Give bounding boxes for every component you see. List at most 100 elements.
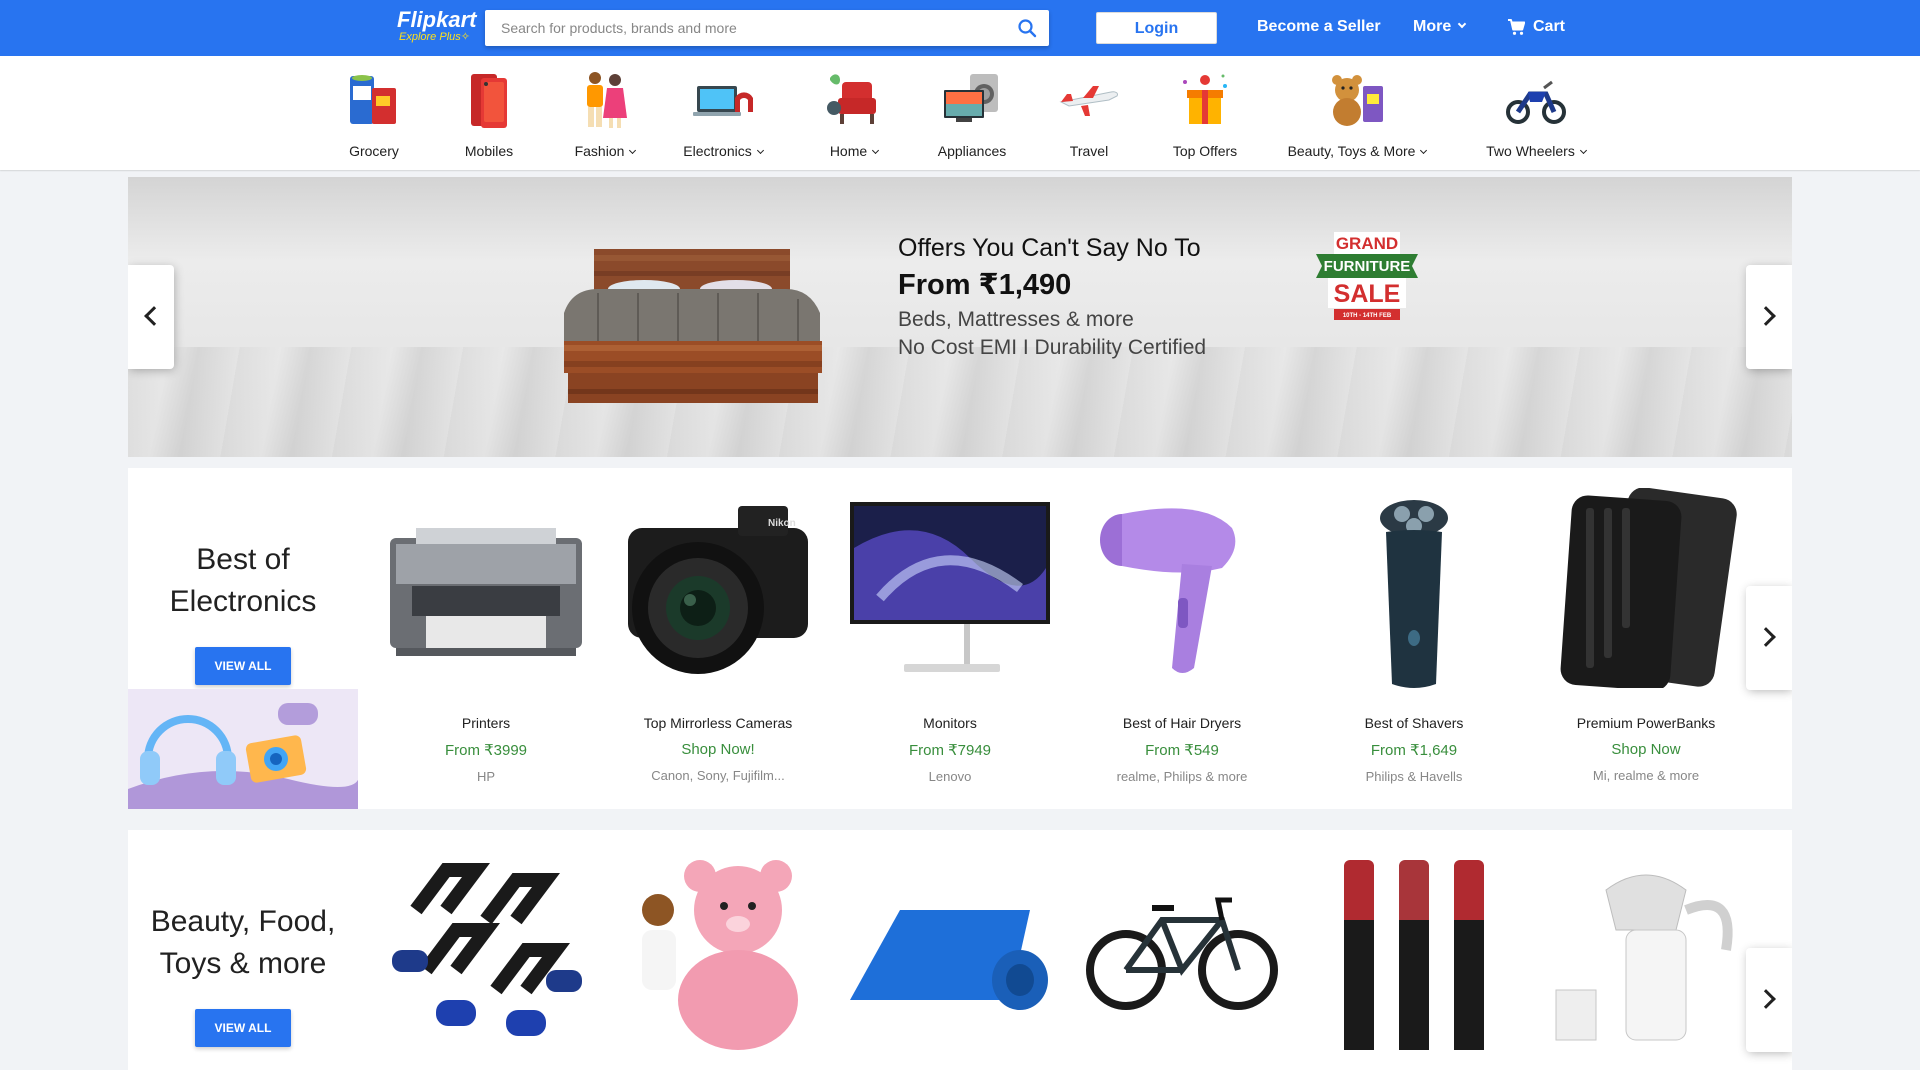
lipstick-image — [1344, 860, 1484, 1050]
become-seller-link[interactable]: Become a Seller — [1257, 17, 1381, 37]
svg-text:GRAND: GRAND — [1336, 234, 1398, 253]
product-card[interactable] — [1530, 850, 1762, 1055]
search-input[interactable] — [485, 10, 985, 46]
product-card[interactable]: Best of Hair Dryers From ₹549 realme, Ph… — [1066, 488, 1298, 784]
product-card[interactable]: Premium PowerBanks Shop Now Mi, realme &… — [1530, 487, 1762, 783]
section-title: Best of Electronics — [169, 543, 317, 618]
flipkart-logo[interactable]: Flipkart Explore Plus✧ — [397, 8, 477, 48]
product-offer: From ₹549 — [1145, 742, 1219, 759]
beauty-food-toys-section: Beauty, Food, Toys & more VIEW ALL — [128, 830, 1792, 1070]
category-label: Two Wheelers — [1466, 143, 1606, 159]
product-brands: realme, Philips & more — [1116, 769, 1248, 784]
cart-link[interactable]: Cart — [1533, 17, 1565, 37]
banner-floor — [128, 347, 1792, 457]
chevron-down-icon — [1579, 146, 1587, 155]
login-button[interactable]: Login — [1096, 12, 1217, 44]
fashion-icon — [587, 72, 627, 128]
section-side-panel: Best of Electronics VIEW ALL — [128, 468, 358, 809]
product-brands: Lenovo — [928, 769, 972, 784]
view-all-button[interactable]: VIEW ALL — [195, 647, 291, 685]
banner-subtitle-2: No Cost EMI I Durability Certified — [898, 336, 1207, 359]
product-card[interactable] — [834, 850, 1066, 1055]
product-card[interactable] — [1066, 850, 1298, 1055]
teddy-bear-image — [642, 860, 798, 1050]
best-of-electronics-section: Best of Electronics VIEW ALL Printers Fr… — [128, 468, 1792, 809]
gift-offers-icon — [1183, 74, 1227, 124]
category-two-wheelers[interactable]: Two Wheelers — [1466, 68, 1606, 159]
bicycle-image — [1086, 897, 1278, 1010]
product-brands: Philips & Havells — [1365, 769, 1463, 784]
banner-title: Offers You Can't Say No To — [898, 234, 1201, 262]
chevron-down-icon — [872, 146, 880, 155]
banner-price: From ₹1,490 — [898, 269, 1072, 301]
hair-dryer-image — [1100, 508, 1236, 673]
chevron-down-icon — [1457, 19, 1467, 29]
category-label: Mobiles — [464, 143, 514, 159]
printer-image — [390, 528, 582, 656]
category-beauty-toys[interactable]: Beauty, Toys & More — [1267, 68, 1447, 159]
product-name: Best of Shavers — [1364, 715, 1464, 731]
beauty-next-button[interactable] — [1746, 948, 1792, 1052]
category-appliances[interactable]: Appliances — [912, 68, 1032, 159]
category-top-offers[interactable]: Top Offers — [1145, 68, 1265, 159]
product-card[interactable] — [370, 850, 602, 1055]
banner-prev-button[interactable] — [128, 265, 174, 369]
section-side-panel: Beauty, Food, Toys & more VIEW ALL — [128, 830, 358, 1070]
category-label: Home — [794, 143, 914, 159]
hero-banner[interactable]: Offers You Can't Say No To From ₹1,490 B… — [128, 177, 1792, 457]
wooden-bed-image — [564, 249, 822, 403]
home-furniture-icon — [827, 74, 876, 124]
product-name: Monitors — [923, 715, 977, 731]
product-card[interactable] — [1298, 850, 1530, 1055]
category-label: Electronics — [663, 143, 783, 159]
airplane-icon — [1059, 86, 1118, 116]
more-label: More — [1413, 18, 1452, 35]
logo-text: Flipkart — [397, 7, 477, 32]
chevron-down-icon — [756, 146, 764, 155]
headphones-camera-illustration — [128, 689, 358, 809]
category-electronics[interactable]: Electronics — [663, 68, 783, 159]
svg-text:10TH - 14TH FEB: 10TH - 14TH FEB — [1343, 313, 1392, 319]
view-all-button[interactable]: VIEW ALL — [195, 1009, 291, 1047]
product-brands: Mi, realme & more — [1592, 768, 1700, 783]
search-bar — [485, 10, 1049, 46]
svg-text:FURNITURE: FURNITURE — [1324, 258, 1411, 275]
product-card[interactable]: Monitors From ₹7949 Lenovo — [834, 488, 1066, 784]
grand-furniture-sale-badge: GRAND FURNITURE SALE 10TH - 14TH FEB — [1316, 232, 1418, 320]
product-card[interactable] — [602, 850, 834, 1055]
pushup-bars-image — [392, 863, 582, 1036]
category-home[interactable]: Home — [794, 68, 914, 159]
mobile-phone-icon — [471, 74, 507, 128]
category-label: Beauty, Toys & More — [1267, 143, 1447, 159]
motorbike-icon — [1506, 80, 1566, 124]
category-label: Fashion — [545, 143, 665, 159]
svg-text:SALE: SALE — [1334, 280, 1401, 308]
search-icon[interactable] — [1017, 18, 1037, 38]
appliances-icon — [944, 74, 998, 122]
category-label: Grocery — [349, 143, 399, 159]
mirrorless-camera-image: Nikon — [628, 506, 808, 674]
category-label: Appliances — [937, 143, 1007, 159]
category-bar: Grocery Mobiles Fashion Electronics Home… — [0, 56, 1920, 170]
category-travel[interactable]: Travel — [1029, 68, 1149, 159]
category-fashion[interactable]: Fashion — [545, 68, 665, 159]
more-menu[interactable]: More — [1413, 17, 1467, 37]
grocery-icon — [350, 75, 396, 124]
chevron-right-icon — [1756, 627, 1776, 647]
chevron-left-icon — [144, 306, 164, 326]
electronics-next-button[interactable] — [1746, 586, 1792, 690]
yoga-mat-image — [850, 910, 1048, 1010]
product-name: Best of Hair Dryers — [1122, 715, 1242, 731]
product-brands: HP — [476, 769, 496, 784]
monitor-image — [850, 502, 1050, 672]
product-card[interactable]: Nikon Top Mirrorless Cameras Shop Now! C… — [602, 488, 834, 783]
electronics-icon — [693, 86, 753, 116]
cart-icon[interactable] — [1507, 18, 1525, 36]
section-title: Beauty, Food, Toys & more — [150, 905, 336, 980]
category-mobiles[interactable]: Mobiles — [429, 68, 549, 159]
product-card[interactable]: Printers From ₹3999 HP — [370, 488, 602, 784]
product-card[interactable]: Best of Shavers From ₹1,649 Philips & Ha… — [1298, 488, 1530, 784]
product-name: Top Mirrorless Cameras — [643, 715, 793, 731]
banner-next-button[interactable] — [1746, 265, 1792, 369]
category-grocery[interactable]: Grocery — [314, 68, 434, 159]
